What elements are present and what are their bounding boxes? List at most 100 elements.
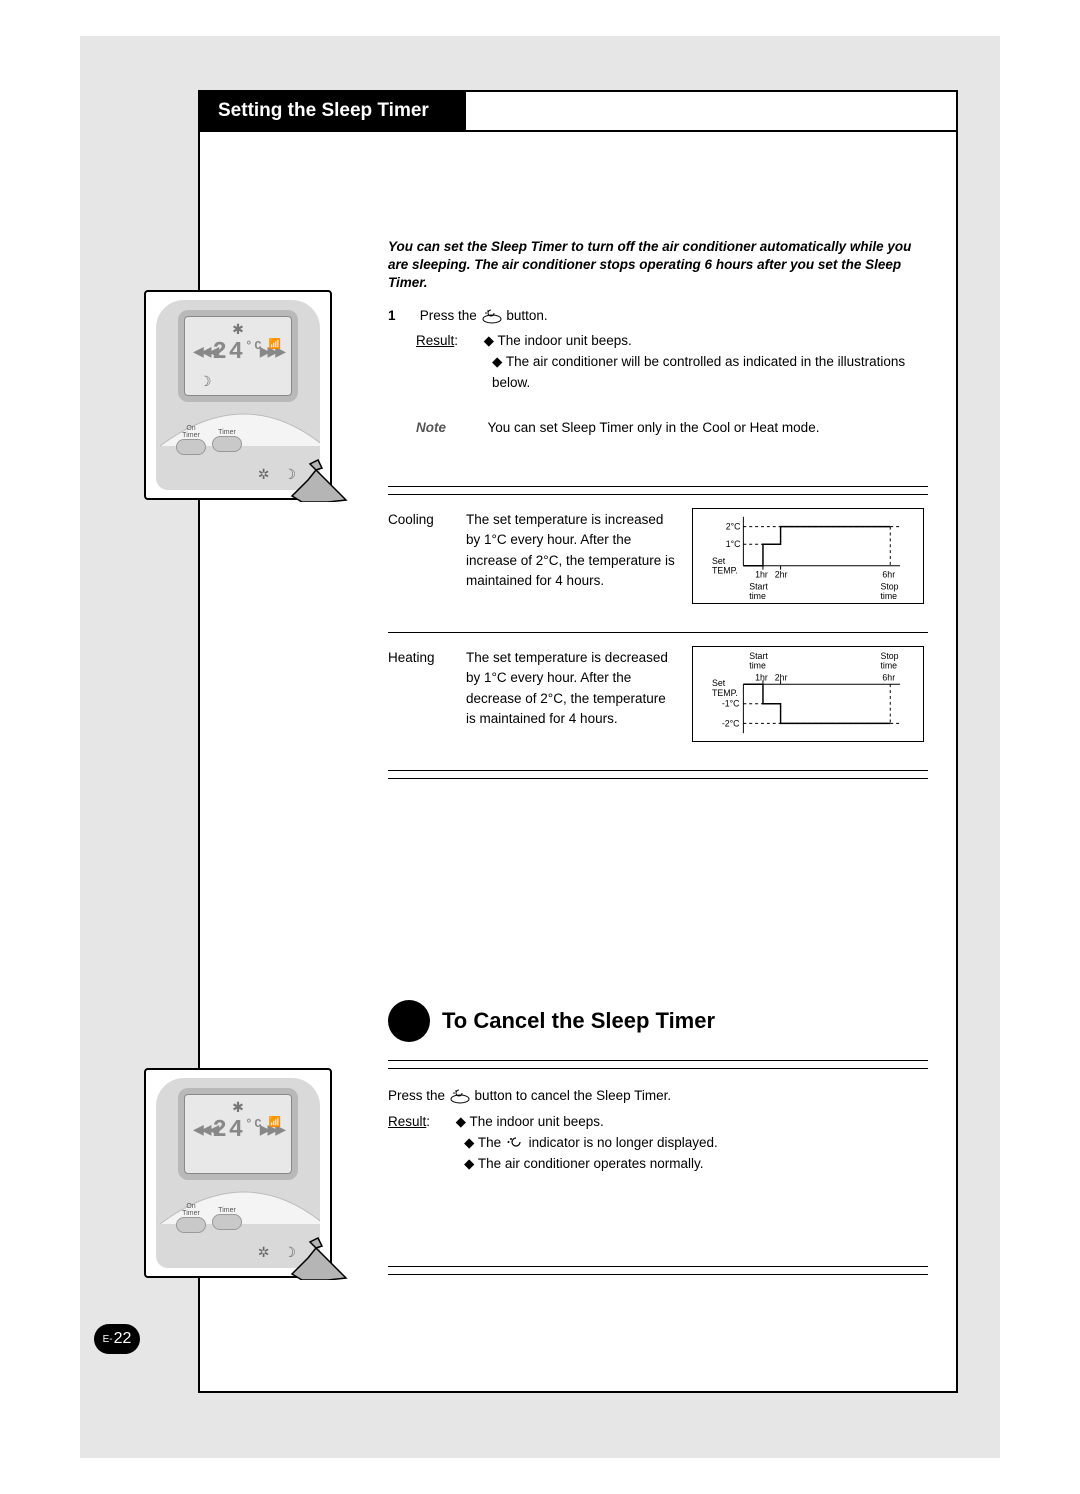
heating-desc: The set temperature is decreased by 1°C … [466, 648, 676, 729]
remote-screen-frame: ✱ ◀◀◀ 24°C ▶▶▶ 📶 [178, 1088, 298, 1180]
remote-illustration-1: ✱ ◀◀◀ 24°C ▶▶▶ 📶 ☽ On Timer Timer ✲ ☽ [144, 290, 332, 500]
remote-screen-frame: ✱ ◀◀◀ 24°C ▶▶▶ 📶 ☽ [178, 310, 298, 402]
svg-text:1hr: 1hr [755, 672, 768, 682]
result-label: Result [388, 1114, 426, 1129]
remote-button-row: On Timer Timer [176, 1206, 300, 1230]
divider [388, 1060, 928, 1061]
step-number: 1 [388, 306, 416, 327]
svg-text:Set: Set [712, 678, 726, 688]
sleep-button-icon [449, 1088, 471, 1104]
svg-text:2hr: 2hr [775, 672, 788, 682]
svg-text:time: time [749, 661, 766, 671]
diamond-bullet-icon: ◆ [464, 1156, 478, 1171]
result-label: Result [416, 333, 454, 348]
cancel-bullet-2: indicator is no longer displayed. [529, 1135, 718, 1150]
pointing-finger-icon [288, 452, 348, 502]
remote-bottom-icons: ✲ ☽ [156, 1244, 296, 1261]
divider [388, 770, 928, 771]
svg-text:Start: Start [749, 651, 768, 661]
heating-label: Heating [388, 648, 452, 668]
cancel-result-b2: ◆ The indicator is no longer displayed. [388, 1133, 928, 1154]
result-colon: : [454, 333, 458, 348]
circle-decoration [388, 1000, 430, 1042]
remote-timer-button [212, 1214, 242, 1230]
diamond-bullet-icon: ◆ [464, 1135, 478, 1150]
svg-text:time: time [749, 591, 766, 601]
heating-row: Heating The set temperature is decreased… [388, 648, 928, 758]
cancel-result-b3: ◆ The air conditioner operates normally. [388, 1154, 928, 1175]
page-number: 22 [114, 1330, 132, 1348]
cancel-bullet-1: The indoor unit beeps. [469, 1114, 603, 1129]
page-number-badge: E- 22 [94, 1324, 140, 1354]
intro-paragraph: You can set the Sleep Timer to turn off … [388, 238, 928, 293]
remote-timer-button [212, 436, 242, 452]
cooling-desc: The set temperature is increased by 1°C … [466, 510, 676, 591]
step-1-result: Result: ◆ The indoor unit beeps. [388, 331, 928, 352]
result-bullet-1: The indoor unit beeps. [497, 333, 631, 348]
svg-text:Stop: Stop [880, 581, 898, 591]
cancel-press-pre: Press the [388, 1088, 449, 1103]
pointing-finger-icon [288, 1230, 348, 1280]
diamond-bullet-icon: ◆ [484, 333, 498, 348]
cancel-title: To Cancel the Sleep Timer [442, 1008, 715, 1034]
svg-text:1°C: 1°C [726, 539, 741, 549]
svg-text:1hr: 1hr [755, 570, 768, 580]
timer-label: Timer [212, 1207, 242, 1214]
divider [388, 1068, 928, 1069]
divider [388, 486, 928, 487]
snowflake-icon: ✱ [232, 1099, 244, 1116]
diamond-bullet-icon: ◆ [492, 354, 506, 369]
svg-text:-1°C: -1°C [722, 699, 740, 709]
remote-button-row: On Timer Timer [176, 428, 300, 452]
divider [388, 494, 928, 495]
step-1-result-b2: ◆ The air conditioner will be controlled… [388, 352, 928, 394]
remote-bottom-icons: ✲ ☽ [156, 466, 296, 483]
note-label: Note [416, 418, 484, 439]
result-bullet-2: The air conditioner will be controlled a… [492, 354, 905, 390]
on-timer-label: On Timer [176, 425, 206, 439]
note-text: You can set Sleep Timer only in the Cool… [488, 420, 820, 435]
svg-text:time: time [880, 661, 897, 671]
svg-text:TEMP.: TEMP. [712, 566, 738, 576]
svg-text:6hr: 6hr [882, 570, 895, 580]
heating-graph: Start time Stop time 1hr 2hr 6hr Set TEM… [692, 646, 924, 742]
cancel-bullet-3: The air conditioner operates normally. [478, 1156, 704, 1171]
svg-text:Set: Set [712, 556, 726, 566]
cooling-graph: 2°C 1°C Set TEMP. 1hr 2hr 6hr Start time… [692, 508, 924, 604]
cancel-result: Result: ◆ The indoor unit beeps. [388, 1112, 928, 1133]
fan-icon: ✲ [258, 466, 270, 483]
cancel-press-post: button to cancel the Sleep Timer. [475, 1088, 672, 1103]
signal-icon: 📶 [269, 1117, 281, 1128]
svg-text:time: time [880, 591, 897, 601]
remote-on-timer-button [176, 1217, 206, 1233]
diamond-bullet-icon: ◆ [456, 1114, 470, 1129]
step-1: 1 Press the button. [388, 306, 928, 327]
remote-on-timer-button [176, 439, 206, 455]
cancel-press: Press the button to cancel the Sleep Tim… [388, 1086, 928, 1107]
svg-text:-2°C: -2°C [722, 718, 740, 728]
on-timer-label: On Timer [176, 1203, 206, 1217]
fan-icon: ✲ [258, 1244, 270, 1261]
svg-text:TEMP.: TEMP. [712, 688, 738, 698]
cooling-label: Cooling [388, 510, 452, 530]
remote-screen: ✱ ◀◀◀ 24°C ▶▶▶ 📶 [184, 1094, 292, 1174]
sleep-indicator-icon: ☽ [199, 373, 212, 390]
title-bar-fill: Setting the Sleep Timer [198, 92, 466, 130]
svg-text:2°C: 2°C [726, 522, 741, 532]
svg-text:Start: Start [749, 581, 768, 591]
sleep-indicator-icon [505, 1136, 525, 1150]
divider [388, 1266, 928, 1267]
remote-illustration-2: ✱ ◀◀◀ 24°C ▶▶▶ 📶 On Timer Timer ✲ ☽ [144, 1068, 332, 1278]
page-number-prefix: E- [103, 1334, 113, 1345]
svg-text:2hr: 2hr [775, 570, 788, 580]
divider [388, 1274, 928, 1275]
snowflake-icon: ✱ [232, 321, 244, 338]
step-press-post: button. [506, 308, 547, 323]
title-bar: Setting the Sleep Timer [198, 92, 956, 132]
step-press-pre: Press the [420, 308, 481, 323]
svg-text:6hr: 6hr [882, 672, 895, 682]
sleep-button-icon [481, 308, 503, 324]
signal-icon: 📶 [269, 339, 281, 350]
cancel-bullet-2-pre: The [478, 1135, 505, 1150]
svg-text:Stop: Stop [880, 651, 898, 661]
